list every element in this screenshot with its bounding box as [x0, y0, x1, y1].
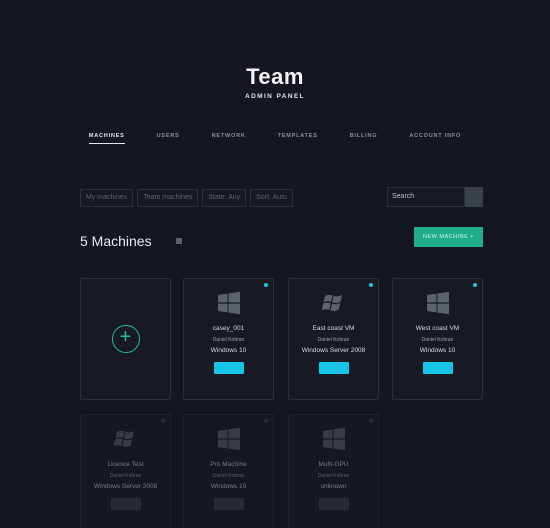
- add-machine-card[interactable]: +: [80, 278, 171, 400]
- machine-owner: Daniel Kobran: [212, 473, 245, 479]
- machine-name: casey_001: [212, 325, 245, 332]
- machine-card[interactable]: West coast VM Daniel Kobran Windows 10: [392, 278, 483, 400]
- windows-10-icon: [322, 427, 345, 451]
- machine-os: Windows Server 2008: [301, 347, 366, 354]
- machine-os: Windows Server 2008: [93, 483, 158, 490]
- status-online-indicator: [264, 283, 268, 287]
- machine-card[interactable]: Pro Machine Daniel Kobran Windows 10: [183, 414, 274, 528]
- machines-count: 5 Machines: [80, 233, 152, 249]
- tab-templates[interactable]: TEMPLATES: [278, 133, 318, 144]
- status-offline-indicator: [369, 419, 373, 423]
- machine-card[interactable]: Licence Test Daniel Kobran Windows Serve…: [80, 414, 171, 528]
- machine-card[interactable]: East coast VM Daniel Kobran Windows Serv…: [288, 278, 379, 400]
- machine-owner: Daniel Kobran: [421, 337, 454, 343]
- machine-os: Windows 10: [419, 347, 456, 354]
- page-title: Team: [246, 64, 304, 89]
- tab-billing[interactable]: BILLING: [350, 133, 378, 144]
- tab-account-info[interactable]: ACCOUNT INFO: [409, 133, 461, 144]
- plus-icon: +: [111, 325, 140, 353]
- status-online-indicator: [369, 283, 373, 287]
- search-input[interactable]: Search: [387, 187, 465, 207]
- machine-owner: Daniel Kobran: [317, 337, 350, 343]
- machine-name: Licence Test: [107, 461, 144, 468]
- status-offline-indicator: [161, 419, 165, 423]
- windows-flag-icon: [113, 430, 134, 448]
- page-subtitle: ADMIN PANEL: [244, 93, 306, 100]
- machine-start-button[interactable]: [318, 362, 349, 374]
- filter-state[interactable]: State: Any: [202, 189, 247, 207]
- machine-name: Pro Machine: [210, 461, 247, 468]
- search-button[interactable]: [465, 187, 483, 207]
- page-header: Team ADMIN PANEL: [0, 64, 550, 100]
- machine-owner: Daniel Kobran: [212, 337, 245, 343]
- machine-start-button[interactable]: [213, 362, 244, 374]
- search-box: Search: [387, 187, 483, 207]
- machine-os: Windows 10: [210, 483, 247, 490]
- tab-network[interactable]: NETWORK: [212, 133, 246, 144]
- status-online-indicator: [473, 283, 477, 287]
- machine-owner: Daniel Kobran: [317, 473, 350, 479]
- machine-card[interactable]: casey_001 Daniel Kobran Windows 10: [183, 278, 274, 400]
- filter-sort[interactable]: Sort: Auto: [250, 189, 293, 207]
- machine-start-button[interactable]: [110, 498, 141, 510]
- filter-bar: My machines Team machines State: Any Sor…: [80, 189, 293, 207]
- main-nav: MACHINES USERS NETWORK TEMPLATES BILLING…: [0, 133, 550, 144]
- machine-name: West coast VM: [415, 325, 460, 332]
- new-machine-button[interactable]: NEW MACHINE +: [414, 227, 483, 247]
- machine-name: Multi-GPU: [318, 461, 349, 468]
- machine-os: Windows 10: [210, 347, 247, 354]
- machine-start-button[interactable]: [422, 362, 453, 374]
- machine-start-button[interactable]: [213, 498, 244, 510]
- filter-my-machines[interactable]: My machines: [80, 189, 134, 207]
- windows-10-icon: [217, 291, 240, 315]
- windows-10-icon: [217, 427, 240, 451]
- tab-users[interactable]: USERS: [157, 133, 180, 144]
- machine-start-button[interactable]: [318, 498, 349, 510]
- filter-team-machines[interactable]: Team machines: [137, 189, 199, 207]
- machine-name: East coast VM: [312, 325, 355, 332]
- machine-os: unknown: [320, 483, 347, 490]
- machine-card[interactable]: Multi-GPU Daniel Kobran unknown: [288, 414, 379, 528]
- windows-flag-icon: [321, 294, 342, 312]
- tab-machines[interactable]: MACHINES: [88, 133, 125, 144]
- status-offline-indicator: [264, 419, 268, 423]
- windows-10-icon: [426, 291, 449, 315]
- view-toggle-icon[interactable]: [176, 238, 182, 244]
- machine-owner: Daniel Kobran: [109, 473, 142, 479]
